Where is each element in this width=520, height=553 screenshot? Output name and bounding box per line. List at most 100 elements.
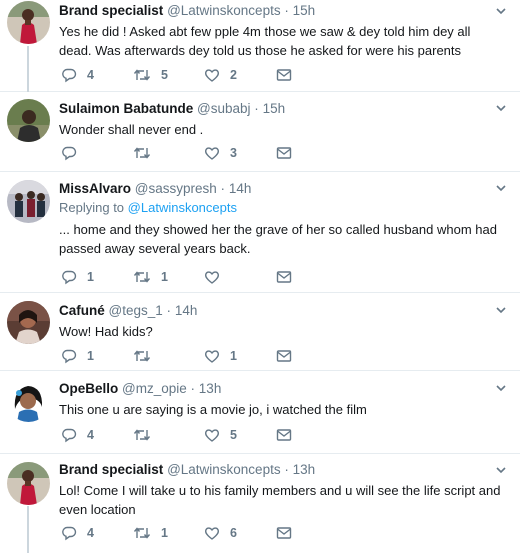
user-handle[interactable]: @sassypresh xyxy=(135,181,217,196)
retweet-icon xyxy=(133,147,151,159)
display-name[interactable]: Cafuné xyxy=(59,303,105,318)
chevron-down-icon[interactable] xyxy=(494,303,508,317)
display-name[interactable]: Sulaimon Babatunde xyxy=(59,101,193,116)
chevron-down-icon[interactable] xyxy=(494,463,508,477)
like-count: 2 xyxy=(230,68,237,82)
tweet[interactable]: Brand specialist @Latwinskoncepts · 13h … xyxy=(0,454,520,553)
direct-message-button[interactable] xyxy=(276,144,292,162)
display-name[interactable]: Brand specialist xyxy=(59,462,163,477)
avatar[interactable] xyxy=(7,1,50,44)
chevron-down-icon[interactable] xyxy=(494,4,508,18)
tweet-text: Yes he did ! Asked abt few pple 4m those… xyxy=(59,22,508,60)
like-button[interactable]: 2 xyxy=(204,66,237,84)
retweet-icon xyxy=(133,527,151,539)
tweet-text-line: even location xyxy=(59,502,136,517)
tweet[interactable]: OpeBello @mz_opie · 13h This one u are s… xyxy=(0,371,520,454)
tweet[interactable]: Sulaimon Babatunde @subabj · 15h Wonder … xyxy=(0,92,520,172)
tweet[interactable]: Brand specialist @Latwinskoncepts · 15h … xyxy=(0,0,520,92)
tweet-text-line: Wow! Had kids? xyxy=(59,324,153,339)
tweet-text: Wow! Had kids? xyxy=(59,322,508,341)
retweet-button[interactable] xyxy=(133,144,161,162)
retweet-count: 1 xyxy=(161,270,168,284)
user-handle[interactable]: @tegs_1 xyxy=(109,303,163,318)
chevron-down-icon[interactable] xyxy=(494,181,508,195)
thread-line xyxy=(27,46,29,92)
like-count: 3 xyxy=(230,146,237,160)
user-handle[interactable]: @subabj xyxy=(197,101,251,116)
tweet-text-line: Lol! Come I will take u to his family me… xyxy=(59,483,501,498)
direct-message-button[interactable] xyxy=(276,268,292,286)
reply-button[interactable] xyxy=(61,144,87,162)
display-name[interactable]: Brand specialist xyxy=(59,3,163,18)
tweet-header: OpeBello @mz_opie · 13h xyxy=(59,380,508,397)
user-handle[interactable]: @mz_opie xyxy=(122,381,187,396)
like-button[interactable]: 5 xyxy=(204,426,237,444)
timestamp[interactable]: 13h xyxy=(293,462,316,477)
tweet-text-line: This one u are saying is a movie jo, i w… xyxy=(59,402,367,417)
retweet-button[interactable] xyxy=(133,426,161,444)
reply-icon xyxy=(62,68,77,83)
avatar[interactable] xyxy=(7,379,50,422)
user-handle[interactable]: @Latwinskoncepts xyxy=(167,3,281,18)
timestamp[interactable]: 14h xyxy=(229,181,252,196)
chevron-down-icon[interactable] xyxy=(494,101,508,115)
retweet-button[interactable]: 5 xyxy=(133,66,168,84)
heart-icon xyxy=(204,350,220,363)
thread-line xyxy=(27,506,29,553)
like-button[interactable]: 6 xyxy=(204,524,237,542)
mention-link[interactable]: @Latwinskoncepts xyxy=(128,200,237,215)
reply-button[interactable]: 1 xyxy=(61,268,94,286)
chevron-down-icon[interactable] xyxy=(494,381,508,395)
heart-icon xyxy=(204,69,220,82)
avatar[interactable] xyxy=(7,180,50,223)
tweet-text-line: passed away several years back. xyxy=(59,241,251,256)
retweet-button[interactable] xyxy=(133,347,161,365)
display-name[interactable]: MissAlvaro xyxy=(59,181,131,196)
separator-dot: · xyxy=(190,381,196,396)
reply-button[interactable]: 4 xyxy=(61,524,94,542)
tweet-header: Sulaimon Babatunde @subabj · 15h xyxy=(59,100,508,117)
reply-icon xyxy=(62,428,77,443)
tweet-text: ... home and they showed her the grave o… xyxy=(59,220,508,258)
tweet-header: Cafuné @tegs_1 · 14h xyxy=(59,302,508,319)
separator-dot: · xyxy=(284,3,289,18)
envelope-icon xyxy=(276,147,292,159)
like-button[interactable]: 1 xyxy=(204,347,237,365)
envelope-icon xyxy=(276,350,292,362)
direct-message-button[interactable] xyxy=(276,426,292,444)
reply-button[interactable]: 4 xyxy=(61,426,94,444)
reply-icon xyxy=(62,526,77,541)
timestamp[interactable]: 14h xyxy=(175,303,198,318)
avatar[interactable] xyxy=(7,99,50,142)
tweet-header: MissAlvaro @sassypresh · 14h xyxy=(59,180,508,197)
tweet-text-line: ... home and they showed her the grave o… xyxy=(59,222,497,237)
separator-dot: · xyxy=(220,181,226,196)
retweet-button[interactable]: 1 xyxy=(133,268,168,286)
tweet-header: Brand specialist @Latwinskoncepts · 13h xyxy=(59,461,508,478)
tweet-actions: 3 xyxy=(61,144,361,162)
reply-button[interactable]: 1 xyxy=(61,347,94,365)
like-button[interactable] xyxy=(204,268,230,286)
direct-message-button[interactable] xyxy=(276,347,292,365)
retweet-button[interactable]: 1 xyxy=(133,524,168,542)
like-button[interactable]: 3 xyxy=(204,144,237,162)
user-handle[interactable]: @Latwinskoncepts xyxy=(167,462,281,477)
reply-icon xyxy=(62,349,77,364)
timestamp[interactable]: 15h xyxy=(263,101,286,116)
direct-message-button[interactable] xyxy=(276,524,292,542)
direct-message-button[interactable] xyxy=(276,66,292,84)
timestamp[interactable]: 15h xyxy=(293,3,316,18)
avatar[interactable] xyxy=(7,301,50,344)
reply-button[interactable]: 4 xyxy=(61,66,94,84)
reply-icon xyxy=(62,270,77,285)
tweet[interactable]: MissAlvaro @sassypresh · 14h Replying to… xyxy=(0,172,520,293)
tweet[interactable]: Cafuné @tegs_1 · 14h Wow! Had kids? 1 1 xyxy=(0,293,520,371)
tweet-text: Lol! Come I will take u to his family me… xyxy=(59,481,508,519)
timestamp[interactable]: 13h xyxy=(199,381,222,396)
avatar[interactable] xyxy=(7,462,50,505)
heart-icon xyxy=(204,147,220,160)
tweet-text-line: dead. Was afterwards dey told us those h… xyxy=(59,43,462,58)
heart-icon xyxy=(204,527,220,540)
display-name[interactable]: OpeBello xyxy=(59,381,118,396)
separator-dot: · xyxy=(166,303,172,318)
